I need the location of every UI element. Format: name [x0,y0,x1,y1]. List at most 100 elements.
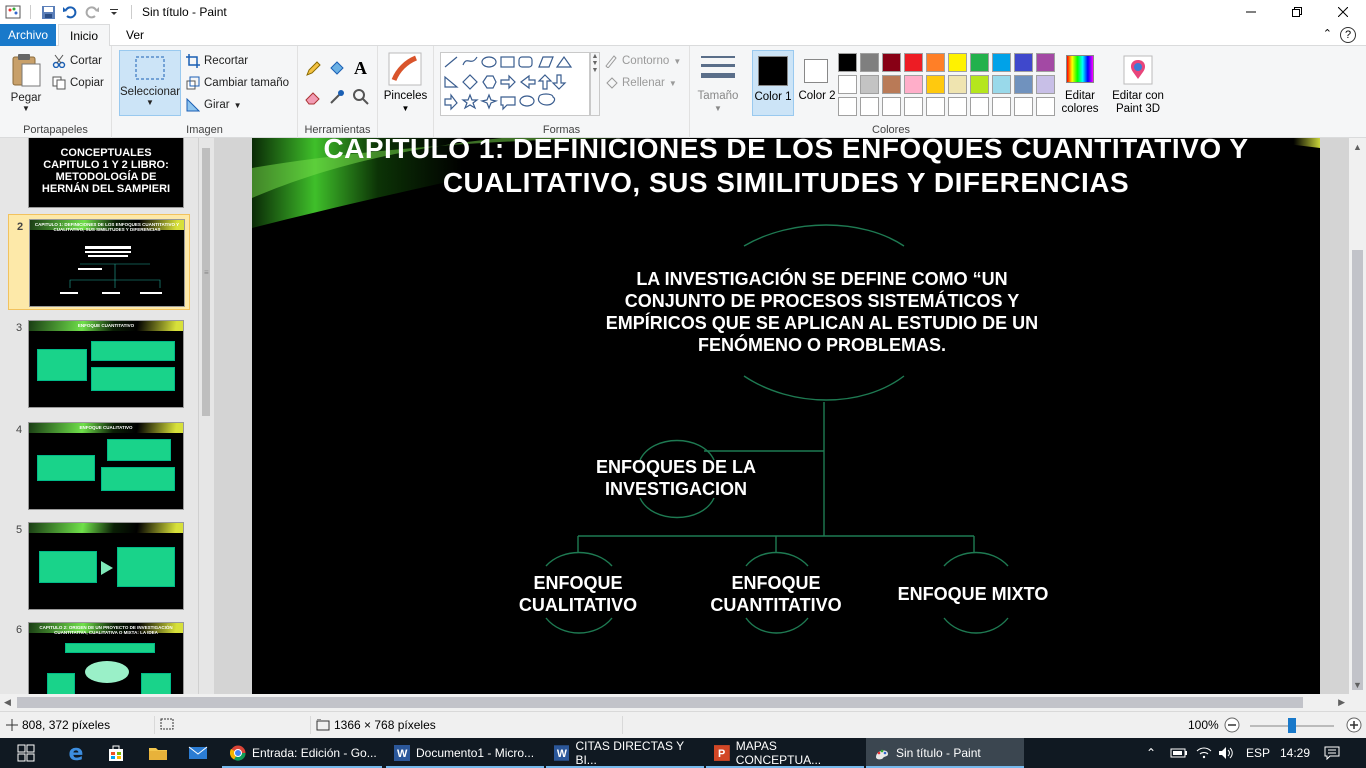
color-swatch[interactable] [926,75,945,94]
paste-button[interactable]: Pegar ▼ [6,52,46,113]
color-swatch[interactable] [1014,97,1033,116]
color-swatch[interactable] [838,97,857,116]
paint3d-button[interactable]: Editar con Paint 3D [1106,50,1170,120]
outline-dropdown-icon[interactable]: ▼ [673,57,681,66]
store-icon[interactable] [96,738,136,768]
color-swatch[interactable] [1014,53,1033,72]
zoom-slider-thumb[interactable] [1288,718,1296,733]
color-swatch[interactable] [860,53,879,72]
color-swatch[interactable] [948,53,967,72]
slide-thumbnail[interactable]: 5 [8,518,190,614]
slide-thumbnail[interactable]: CONCEPTUALES CAPITULO 1 Y 2 LIBRO: METOD… [8,138,190,212]
show-hidden-icons[interactable]: ⌃ [1146,738,1156,768]
color-swatch[interactable] [1036,97,1055,116]
mail-icon[interactable] [178,738,218,768]
brush-icon[interactable] [388,52,422,86]
color-swatch[interactable] [860,97,879,116]
color1-button[interactable]: Color 1 [752,50,794,116]
thumbnail-scrollbar[interactable]: ≡ [196,138,214,694]
scroll-left-icon[interactable]: ◀ [4,697,11,708]
language-indicator[interactable]: ESP [1246,738,1270,768]
rotate-button[interactable]: Girar ▼ [186,98,241,112]
clock[interactable]: 14:29 [1280,738,1310,768]
wifi-icon[interactable] [1196,738,1212,768]
select-button[interactable]: Seleccionar ▼ [119,50,181,116]
outline-button[interactable]: Contorno ▼ [604,54,681,68]
notifications-icon[interactable] [1324,738,1340,768]
color-swatch[interactable] [904,53,923,72]
color-swatch[interactable] [860,75,879,94]
save-icon[interactable] [39,3,57,21]
cut-button[interactable]: Cortar [52,54,102,68]
size-button[interactable]: Tamaño ▼ [690,46,746,138]
color-swatch[interactable] [992,53,1011,72]
taskbar-app-word[interactable]: W Documento1 - Micro... [386,738,544,768]
tab-home[interactable]: Inicio [58,24,110,47]
shapes-scroll-icon[interactable]: ▲ ▼ ▼ [590,52,600,116]
color-swatch[interactable] [838,53,857,72]
color-swatch[interactable] [992,75,1011,94]
copy-button[interactable]: Copiar [52,76,104,90]
color-swatch[interactable] [948,97,967,116]
volume-icon[interactable] [1218,738,1236,768]
scroll-right-icon[interactable]: ▶ [1338,697,1345,708]
fill-button[interactable]: Rellenar ▼ [604,76,677,90]
canvas-area[interactable]: CONCEPTUALES CAPITULO 1 Y 2 LIBRO: METOD… [0,138,1366,694]
horizontal-scrollbar[interactable]: ◀ ▶ [0,694,1349,711]
color-swatch[interactable] [882,53,901,72]
slide-thumbnail[interactable]: 3 ENFOQUE CUANTITATIVO [8,316,190,412]
color-swatch[interactable] [904,75,923,94]
slide-thumbnail[interactable]: 2 CAPITULO 1: DEFINICIONES DE LOS ENFOQU… [8,214,190,310]
vertical-scroll-thumb[interactable] [1352,250,1363,690]
rotate-dropdown-icon[interactable]: ▼ [234,101,242,110]
slide-thumbnail[interactable]: 4 ENFOQUE CUALITATIVO [8,418,190,514]
magnifier-icon[interactable] [352,88,370,106]
file-explorer-icon[interactable] [138,738,178,768]
text-tool-icon[interactable]: A [354,58,367,79]
brushes-dropdown-icon[interactable]: ▼ [378,104,433,113]
color-swatch[interactable] [926,97,945,116]
minimize-button[interactable] [1228,0,1274,24]
zoom-in-button[interactable] [1346,717,1362,733]
zoom-out-button[interactable] [1224,717,1240,733]
taskbar-app-word-2[interactable]: W CITAS DIRECTAS Y BI... [546,738,704,768]
close-button[interactable] [1320,0,1366,24]
taskbar-app-paint[interactable]: Sin título - Paint [866,738,1024,768]
edit-colors-button[interactable]: Editar colores [1058,50,1102,116]
size-dropdown-icon[interactable]: ▼ [690,104,746,113]
customize-quick-access-icon[interactable] [105,3,123,21]
redo-icon[interactable] [83,3,101,21]
color-swatch[interactable] [882,97,901,116]
paste-dropdown-icon[interactable]: ▼ [6,104,46,113]
color2-button[interactable]: Color 2 [798,50,836,116]
color-swatch[interactable] [1036,53,1055,72]
slide-thumbnail[interactable]: 6 CAPITULO 2: ORIGEN DE UN PROYECTO DE I… [8,618,190,694]
pencil-icon[interactable] [304,60,322,78]
color-swatch[interactable] [904,97,923,116]
help-icon[interactable]: ? [1340,27,1356,43]
color-swatch[interactable] [992,97,1011,116]
color-swatch[interactable] [970,75,989,94]
fill-bucket-icon[interactable] [328,60,346,78]
horizontal-scroll-thumb[interactable] [17,697,1303,708]
scroll-down-icon[interactable]: ▼ [1353,680,1362,690]
paint-app-icon[interactable] [4,3,22,21]
taskbar-app-chrome[interactable]: Entrada: Edición - Go... [222,738,382,768]
taskbar-app-powerpoint[interactable]: P MAPAS CONCEPTUA... [706,738,864,768]
color-swatch[interactable] [838,75,857,94]
color-picker-icon[interactable] [328,88,346,106]
color-swatch[interactable] [1014,75,1033,94]
restore-button[interactable] [1274,0,1320,24]
battery-icon[interactable] [1170,738,1188,768]
tab-file[interactable]: Archivo [0,24,56,46]
color-swatch[interactable] [882,75,901,94]
color-swatch[interactable] [1036,75,1055,94]
undo-icon[interactable] [61,3,79,21]
collapse-ribbon-icon[interactable]: ⌃ [1323,27,1332,40]
color-swatch[interactable] [970,97,989,116]
shapes-gallery[interactable] [440,52,590,116]
color-swatch[interactable] [926,53,945,72]
select-dropdown-icon[interactable]: ▼ [120,98,180,107]
task-view-icon[interactable] [6,738,46,768]
color-swatch[interactable] [948,75,967,94]
